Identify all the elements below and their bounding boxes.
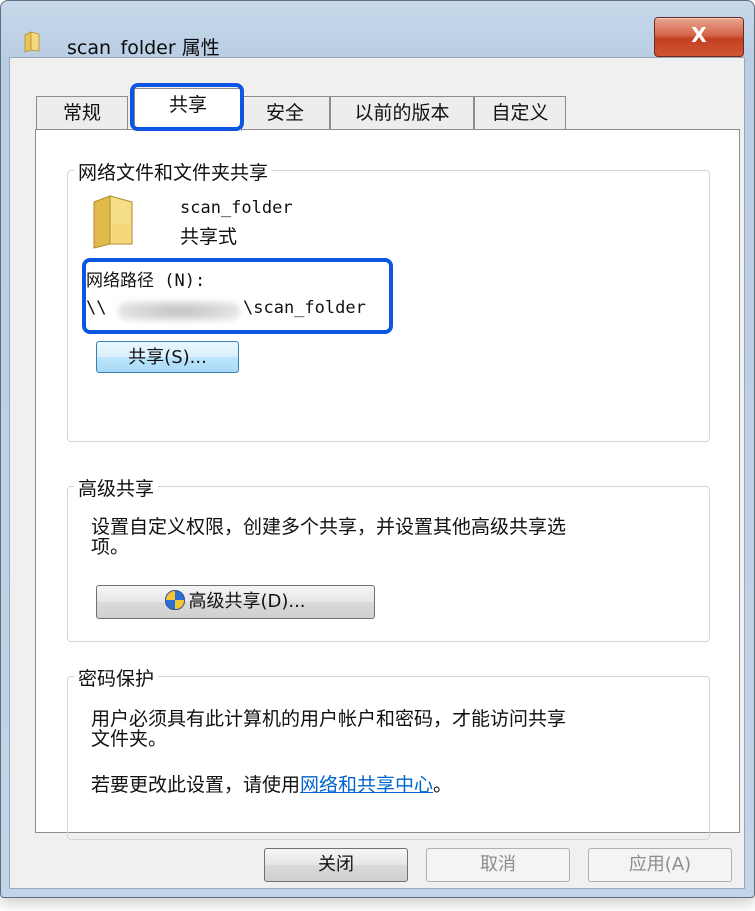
password-protection-description-line2: 文件夹。 xyxy=(91,728,168,750)
tab-customize[interactable]: 自定义 xyxy=(474,96,566,130)
close-button[interactable]: 关闭 xyxy=(264,848,408,882)
sharing-tab-panel: 网络文件和文件夹共享 scan_folder 共享式 网络路径 (N): \\ … xyxy=(35,129,740,840)
network-sharing-center-link[interactable]: 网络和共享中心 xyxy=(300,774,433,796)
cancel-button[interactable]: 取消 xyxy=(426,848,570,882)
change-setting-text: 若要更改此设置，请使用网络和共享中心。 xyxy=(91,770,452,797)
apply-button[interactable]: 应用(A) xyxy=(588,848,732,882)
folder-icon xyxy=(24,31,40,53)
advanced-sharing-button-label: 高级共享(D)... xyxy=(188,591,306,612)
path-highlight-annotation xyxy=(82,258,393,334)
change-setting-prefix: 若要更改此设置，请使用 xyxy=(91,774,301,796)
tab-security[interactable]: 安全 xyxy=(240,96,330,130)
password-protection-group-label: 密码保护 xyxy=(74,664,159,691)
title-bar[interactable]: scan_folder 属性 X xyxy=(1,1,754,59)
network-sharing-group-label: 网络文件和文件夹共享 xyxy=(74,158,273,185)
password-protection-group xyxy=(67,676,710,840)
properties-window: scan_folder 属性 X 常规 共享 安全 以前的版本 自定义 网络文件… xyxy=(0,0,755,898)
change-setting-suffix: 。 xyxy=(433,774,453,796)
folder-icon xyxy=(93,195,133,249)
share-status: 共享式 xyxy=(180,226,238,248)
dialog-client-area: 常规 共享 安全 以前的版本 自定义 网络文件和文件夹共享 scan_folde… xyxy=(9,57,745,889)
tab-previous-versions[interactable]: 以前的版本 xyxy=(330,96,474,130)
window-close-button[interactable]: X xyxy=(654,17,744,57)
advanced-sharing-description-line1: 设置自定义权限，创建多个共享，并设置其他高级共享选 xyxy=(91,516,567,538)
uac-shield-icon xyxy=(165,590,186,610)
tab-general[interactable]: 常规 xyxy=(36,96,128,130)
close-icon: X xyxy=(691,23,707,47)
window-title: scan_folder 属性 xyxy=(67,37,220,59)
advanced-sharing-group-label: 高级共享 xyxy=(74,474,159,501)
share-button[interactable]: 共享(S)... xyxy=(96,341,239,373)
tab-highlight-annotation xyxy=(130,83,244,131)
advanced-sharing-description-line2: 项。 xyxy=(91,536,130,558)
advanced-sharing-button[interactable]: 高级共享(D)... xyxy=(96,585,375,619)
shared-folder-name: scan_folder xyxy=(180,198,293,218)
